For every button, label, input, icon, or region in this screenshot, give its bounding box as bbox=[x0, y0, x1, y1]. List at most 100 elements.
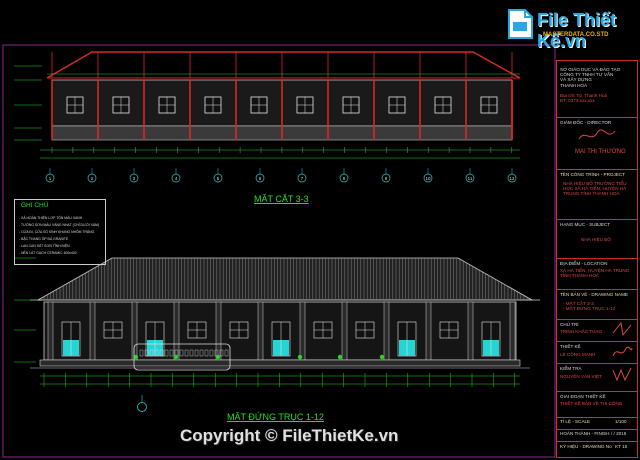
elevation-window bbox=[61, 321, 81, 357]
elevation-window bbox=[229, 321, 249, 339]
date-value: / / 2016 bbox=[611, 431, 627, 436]
section-window bbox=[158, 96, 176, 114]
shrub bbox=[173, 354, 179, 360]
note-line: - CỬA ĐI, CỬA SỔ KÍNH KHUNG NHÔM TRẮNG bbox=[19, 230, 95, 234]
elevation-window bbox=[481, 321, 501, 357]
check-signature bbox=[612, 367, 632, 382]
note-line: - TƯỜNG SƠN MÀU VÀNG NHẠT (CHỈ DƯỚI XÁM) bbox=[19, 223, 100, 227]
date-label: HOÀN THÀNH - FINISH bbox=[560, 431, 610, 436]
director-label: GIÁM ĐỐC - DIRECTOR bbox=[560, 120, 612, 125]
elevation-pillar bbox=[341, 301, 348, 361]
stage-value: THIẾT KẾ BẢN VẼ THI CÔNG bbox=[560, 401, 623, 406]
elevation-window bbox=[313, 321, 333, 339]
section-window bbox=[66, 96, 84, 114]
drawing-label: TÊN BẢN VẼ - DRAWING NAME bbox=[560, 292, 628, 297]
note-line: - BẬC THANG ỐP ĐÁ GRANITE bbox=[19, 237, 69, 241]
project-label: TÊN CÔNG TRÌNH - PROJECT bbox=[560, 172, 625, 177]
shrub bbox=[215, 354, 221, 360]
section-window bbox=[112, 96, 130, 114]
elevation-1-12 bbox=[14, 257, 540, 412]
section-window bbox=[388, 96, 406, 114]
axis-marker-bottom bbox=[137, 402, 147, 412]
shrub bbox=[297, 354, 303, 360]
company-info: SỞ GIÁO DỤC VÀ ĐÀO TẠO CÔNG TY TNHH TƯ V… bbox=[560, 67, 621, 88]
notes-box: GHI CHÚ - XÂ HOÀN THIỆN LỢP TÔN MÀU XANH… bbox=[14, 199, 106, 265]
title-block: SỞ GIÁO DỤC VÀ ĐÀO TẠO CÔNG TY TNHH TƯ V… bbox=[556, 60, 638, 458]
axis-label: 7 bbox=[301, 176, 304, 181]
elevation-pillar bbox=[257, 301, 264, 361]
drawing-value: - MẶT CẮT 3-3 - MẶT ĐỨNG TRỤC 1-12 bbox=[563, 301, 616, 312]
section-window bbox=[250, 96, 268, 114]
axis-bubble: 8 bbox=[339, 168, 349, 183]
elevation-pillar bbox=[467, 301, 474, 361]
axis-bubble: 3 bbox=[129, 168, 139, 183]
watermark-logo: File Thiết Kế.vn MASTERDATA.CO.STD bbox=[503, 8, 631, 51]
shrub bbox=[379, 354, 385, 360]
notes-title: GHI CHÚ bbox=[21, 202, 49, 209]
section-window bbox=[434, 96, 452, 114]
item-value: NHÀ HIỆU BỘ bbox=[581, 237, 611, 242]
axis-label: 12 bbox=[509, 176, 515, 181]
section-window bbox=[480, 96, 498, 114]
elevation-window bbox=[103, 321, 123, 339]
axis-bubble: 6 bbox=[255, 168, 265, 183]
axis-bubble: 2 bbox=[87, 168, 97, 183]
axis-label: 11 bbox=[468, 176, 473, 181]
item-label: HẠNG MỤC - SUBJECT bbox=[560, 222, 611, 227]
location-label: ĐỊA ĐIỂM - LOCATION bbox=[560, 261, 608, 266]
sheet-value: KT 15 bbox=[615, 444, 628, 449]
note-line: - NỀN LÁT GẠCH CERAMIC 400x400 bbox=[19, 251, 77, 255]
axis-label: 1 bbox=[49, 176, 52, 181]
scale-value: 1/100 bbox=[615, 419, 627, 424]
elevation-pillar bbox=[89, 301, 96, 361]
elevation-window bbox=[187, 321, 207, 339]
elevation-pillar bbox=[131, 301, 138, 361]
section-title: MẶT CẮT 3-3 bbox=[254, 194, 309, 204]
elevation-window bbox=[355, 321, 375, 339]
check-name: NGUYỄN VĂN VIỆT bbox=[560, 374, 602, 379]
axis-bubble: 9 bbox=[381, 168, 391, 183]
shrub bbox=[337, 354, 343, 360]
axis-label: 10 bbox=[425, 176, 431, 181]
axis-bubble: 11 bbox=[465, 168, 475, 183]
company-address: Địa chỉ: Tp. Thanh Hoá ĐT: 0373.xxx.xxx bbox=[560, 93, 608, 104]
axis-bubble: 4 bbox=[171, 168, 181, 183]
watermark-domain: MASTERDATA.CO.STD bbox=[543, 32, 609, 38]
axis-bubble: 12 bbox=[507, 168, 517, 183]
lead-name: TRỊNH KHẮC THAO bbox=[560, 329, 603, 334]
axis-label: 3 bbox=[133, 176, 136, 181]
elevation-pillar bbox=[425, 301, 432, 361]
lead-label: CHỦ TRÌ bbox=[560, 322, 579, 327]
shrub bbox=[133, 354, 139, 360]
location-value: XÃ HÀ TIẾN, HUYỆN HÀ TRUNG TỈNH THANH HO… bbox=[560, 268, 630, 279]
design-name: LÊ CÔNG MẠNH bbox=[560, 352, 596, 357]
axis-label: 9 bbox=[385, 176, 388, 181]
elevation-window bbox=[397, 321, 417, 357]
elevation-base bbox=[39, 359, 521, 367]
axis-bubble: 7 bbox=[297, 168, 307, 183]
elevation-title: MẶT ĐỨNG TRỤC 1-12 bbox=[227, 412, 324, 422]
axis-label: 2 bbox=[91, 176, 94, 181]
axis-bubble: 5 bbox=[213, 168, 223, 183]
design-label: THIẾT KẾ bbox=[560, 344, 581, 349]
axis-bubble: 1 bbox=[45, 168, 55, 183]
elevation-window bbox=[271, 321, 291, 357]
design-signature bbox=[612, 346, 633, 357]
file-icon bbox=[508, 9, 533, 39]
note-line: - XÂ HOÀN THIỆN LỢP TÔN MÀU XANH bbox=[19, 216, 83, 220]
elevation-pillar bbox=[215, 301, 222, 361]
elevation-pillar bbox=[173, 301, 180, 361]
elevation-pillar bbox=[383, 301, 390, 361]
scale-label: TỈ LỆ - SCALE bbox=[560, 419, 591, 424]
elevation-pillar bbox=[299, 301, 306, 361]
section-window bbox=[204, 96, 222, 114]
check-label: KIỂM TRA bbox=[560, 366, 582, 371]
section-window bbox=[342, 96, 360, 114]
watermark-brand: File Thiết Kế.vn bbox=[537, 10, 617, 51]
sheet-label: KÝ HIỆU - DRAWING No bbox=[560, 444, 612, 449]
hip-roof bbox=[36, 257, 534, 301]
axis-bubble: 10 bbox=[423, 168, 433, 183]
director-signature bbox=[578, 129, 616, 140]
axis-label: 8 bbox=[343, 176, 346, 181]
axis-label: 6 bbox=[259, 176, 262, 181]
